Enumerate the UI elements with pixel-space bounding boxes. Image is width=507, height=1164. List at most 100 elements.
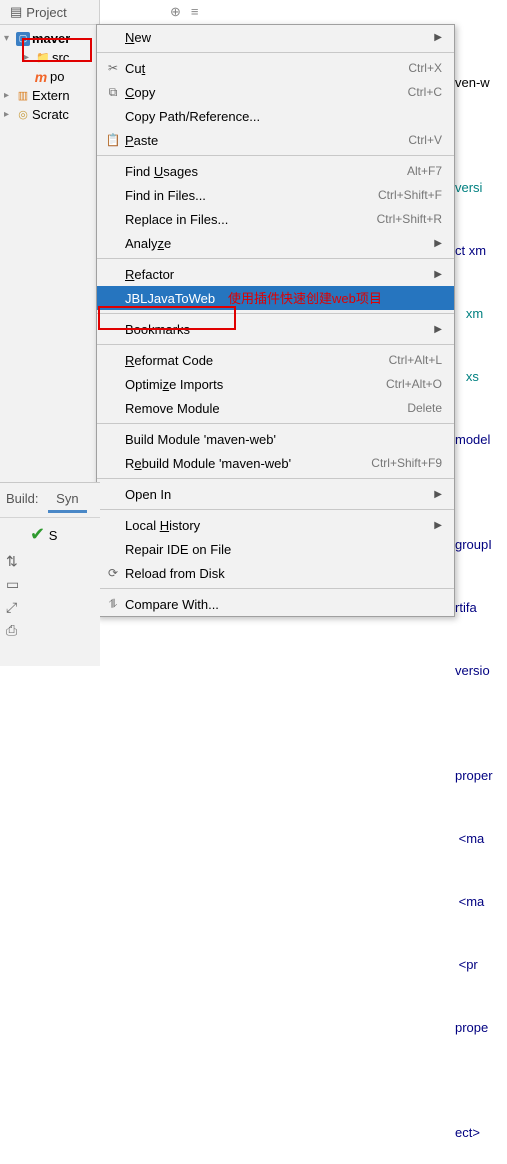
- menu-item-find-in-files[interactable]: Find in Files...Ctrl+Shift+F: [97, 183, 454, 207]
- menu-item-remove-module[interactable]: Remove ModuleDelete: [97, 396, 454, 420]
- project-panel-title: Project: [26, 5, 66, 20]
- chevron-right-icon: ▶: [434, 520, 442, 531]
- menu-label: Local History: [123, 518, 434, 533]
- expand-icon[interactable]: ≡: [191, 4, 199, 20]
- menu-separator: [97, 344, 454, 345]
- tree-item-external[interactable]: ▸ ▥ Extern: [0, 86, 99, 105]
- tree-label: Scratc: [32, 107, 69, 122]
- menu-item-bookmarks[interactable]: Bookmarks▶: [97, 317, 454, 341]
- menu-item-find-usages[interactable]: Find UsagesAlt+F7: [97, 159, 454, 183]
- menu-shortcut: Ctrl+Alt+L: [389, 353, 442, 367]
- menu-label: Repair IDE on File: [123, 542, 442, 557]
- menu-item-new[interactable]: New▶: [97, 25, 454, 49]
- tree-item-scratches[interactable]: ▸ ◎ Scratc: [0, 105, 99, 124]
- menu-label: Analyze: [123, 236, 434, 251]
- menu-item-copy-path-reference[interactable]: Copy Path/Reference...: [97, 104, 454, 128]
- menu-shortcut: Ctrl+V: [408, 133, 442, 147]
- tree-label: src: [52, 50, 69, 65]
- build-panel-header: Build: Syn: [0, 483, 100, 518]
- menu-shortcut: Delete: [407, 401, 442, 415]
- tree-item-root[interactable]: ▾ ▢ maver: [0, 29, 99, 48]
- tree-item-src[interactable]: ▸ 📁 src: [0, 48, 99, 67]
- layout-icon[interactable]: ▭: [6, 576, 94, 593]
- menu-label: JBLJavaToWeb: [123, 291, 442, 306]
- menu-item-analyze[interactable]: Analyze▶: [97, 231, 454, 255]
- chevron-right-icon: ▶: [434, 269, 442, 280]
- menu-shortcut: Ctrl+Shift+F9: [371, 456, 442, 470]
- menu-shortcut: Ctrl+Shift+F: [378, 188, 442, 202]
- menu-separator: [97, 155, 454, 156]
- menu-separator: [97, 423, 454, 424]
- menu-label: Optimize Imports: [123, 377, 386, 392]
- project-panel-header[interactable]: ▤ Project: [0, 0, 99, 25]
- maven-icon: m: [34, 70, 48, 84]
- menu-separator: [97, 258, 454, 259]
- copy-icon: ⧉: [103, 85, 123, 100]
- menu-label: Paste: [123, 133, 408, 148]
- chevron-right-icon[interactable]: ▸: [4, 90, 14, 101]
- menu-separator: [97, 478, 454, 479]
- build-title: Build:: [6, 491, 39, 506]
- menu-label: Remove Module: [123, 401, 407, 416]
- project-icon: ▤: [10, 4, 22, 20]
- paste-icon: 📋: [103, 133, 123, 147]
- menu-item-open-in[interactable]: Open In▶: [97, 482, 454, 506]
- menu-separator: [97, 52, 454, 53]
- toolbar-icons: ⊕ ≡: [170, 4, 199, 20]
- check-icon: ✔: [30, 524, 45, 544]
- chevron-right-icon[interactable]: ▸: [24, 52, 34, 63]
- collapse-icon[interactable]: ⤢: [6, 599, 94, 616]
- menu-label: Reload from Disk: [123, 566, 442, 581]
- chevron-right-icon: ▶: [434, 324, 442, 335]
- chevron-right-icon[interactable]: ▸: [4, 109, 14, 120]
- menu-item-repair-ide-on-file[interactable]: Repair IDE on File: [97, 537, 454, 561]
- menu-label: Reformat Code: [123, 353, 389, 368]
- menu-item-rebuild-module-maven-web[interactable]: Rebuild Module 'maven-web'Ctrl+Shift+F9: [97, 451, 454, 475]
- menu-label: Copy Path/Reference...: [123, 109, 442, 124]
- tree-label: maver: [32, 31, 70, 46]
- chevron-right-icon: ▶: [434, 32, 442, 43]
- menu-item-build-module-maven-web[interactable]: Build Module 'maven-web': [97, 427, 454, 451]
- menu-shortcut: Ctrl+Alt+O: [386, 377, 442, 391]
- project-module-icon: ▢: [16, 32, 30, 46]
- editor-code: ven-w versi ct xm xm xs model groupI rti…: [455, 0, 507, 666]
- menu-label: Replace in Files...: [123, 212, 377, 227]
- menu-shortcut: Ctrl+Shift+R: [377, 212, 442, 226]
- menu-item-reformat-code[interactable]: Reformat CodeCtrl+Alt+L: [97, 348, 454, 372]
- menu-item-cut[interactable]: ✂CutCtrl+X: [97, 56, 454, 80]
- menu-item-optimize-imports[interactable]: Optimize ImportsCtrl+Alt+O: [97, 372, 454, 396]
- build-toolbar: ⇅ ▭ ⤢ ⎙: [0, 545, 100, 647]
- build-sync-tab[interactable]: Syn: [48, 487, 86, 513]
- menu-shortcut: Ctrl+X: [408, 61, 442, 75]
- menu-separator: [97, 588, 454, 589]
- folder-icon: 📁: [36, 51, 50, 65]
- tree-label: Extern: [32, 88, 70, 103]
- menu-item-jbljavatoweb[interactable]: JBLJavaToWeb: [97, 286, 454, 310]
- cut-icon: ✂: [103, 61, 123, 75]
- project-tree: ▾ ▢ maver ▸ 📁 src m po ▸ ▥ Extern ▸ ◎ Sc…: [0, 25, 99, 128]
- menu-label: Open In: [123, 487, 434, 502]
- menu-shortcut: Ctrl+C: [408, 85, 442, 99]
- menu-label: Build Module 'maven-web': [123, 432, 442, 447]
- target-icon[interactable]: ⊕: [170, 4, 181, 20]
- menu-item-copy[interactable]: ⧉CopyCtrl+C: [97, 80, 454, 104]
- pin-icon[interactable]: ⎙: [6, 622, 94, 639]
- menu-item-compare-with[interactable]: ⥮Compare With...: [97, 592, 454, 616]
- menu-label: Bookmarks: [123, 322, 434, 337]
- tree-item-pom[interactable]: m po: [0, 67, 99, 86]
- menu-shortcut: Alt+F7: [407, 164, 442, 178]
- menu-separator: [97, 313, 454, 314]
- scratch-icon: ◎: [16, 108, 30, 122]
- chevron-right-icon: ▶: [434, 489, 442, 500]
- reload-icon: ⟳: [103, 566, 123, 580]
- menu-item-refactor[interactable]: Refactor▶: [97, 262, 454, 286]
- build-panel: Build: Syn ✔ S ⇅ ▭ ⤢ ⎙: [0, 482, 100, 666]
- menu-separator: [97, 509, 454, 510]
- menu-item-local-history[interactable]: Local History▶: [97, 513, 454, 537]
- menu-item-paste[interactable]: 📋PasteCtrl+V: [97, 128, 454, 152]
- chevron-down-icon[interactable]: ▾: [4, 33, 14, 44]
- filter-icon[interactable]: ⇅: [6, 553, 94, 570]
- menu-item-reload-from-disk[interactable]: ⟳Reload from Disk: [97, 561, 454, 585]
- menu-item-replace-in-files[interactable]: Replace in Files...Ctrl+Shift+R: [97, 207, 454, 231]
- menu-label: Find in Files...: [123, 188, 378, 203]
